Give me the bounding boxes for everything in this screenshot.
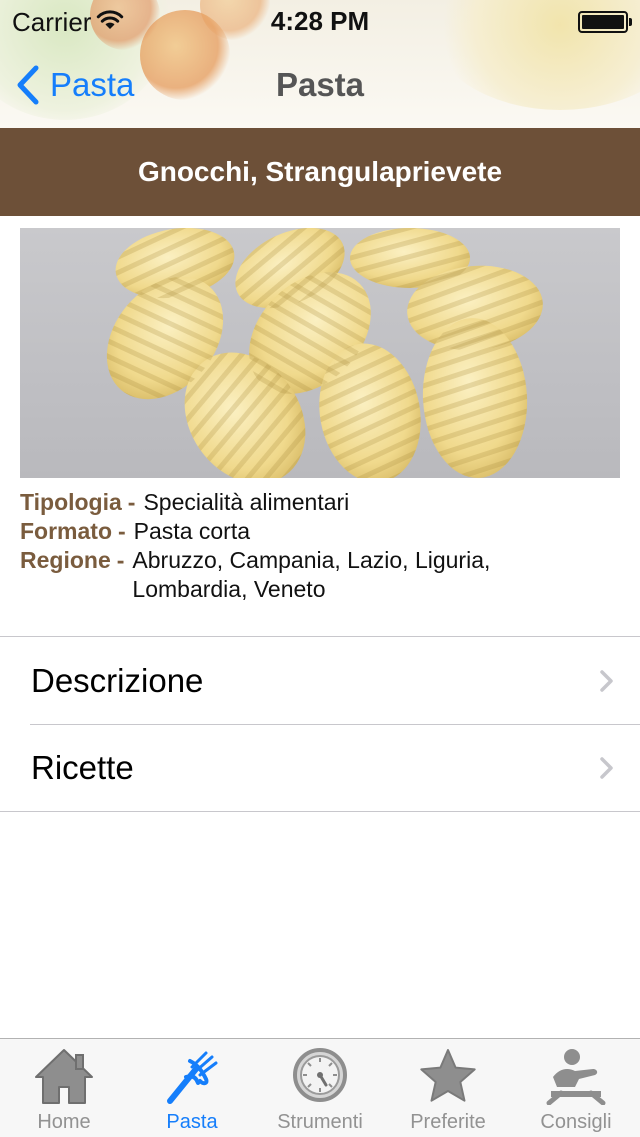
detail-row-formato: Formato - Pasta corta <box>20 517 620 546</box>
product-photo <box>20 228 620 478</box>
row-label: Descrizione <box>31 661 204 699</box>
tab-consigli[interactable]: Consigli <box>512 1039 640 1137</box>
tab-bar: Home Pasta Strumenti Preferite Consigli <box>0 1038 640 1137</box>
status-bar: Carrier 4:28 PM <box>0 0 640 40</box>
timer-dial-icon <box>293 1048 347 1102</box>
detail-separator: - <box>118 518 126 544</box>
detail-value: Specialità alimentari <box>143 489 350 515</box>
detail-row-tipologia: Tipologia - Specialità alimentari <box>20 488 620 517</box>
row-label: Ricette <box>31 748 134 786</box>
tab-label: Strumenti <box>277 1111 363 1133</box>
status-time: 4:28 PM <box>270 6 370 36</box>
descrizione-row[interactable]: Descrizione <box>0 637 640 724</box>
page-title: Pasta <box>275 66 365 103</box>
detail-row-regione: Regione - Abruzzo, Campania, Lazio, Ligu… <box>20 546 620 604</box>
detail-value: Abruzzo, Campania, Lazio, Liguria, Lomba… <box>132 547 491 602</box>
tab-strumenti[interactable]: Strumenti <box>256 1039 384 1137</box>
detail-menu-list: Descrizione Ricette <box>0 636 640 812</box>
tab-label: Preferite <box>410 1111 486 1133</box>
tab-preferite[interactable]: Preferite <box>384 1039 512 1137</box>
detail-separator: - <box>127 489 136 515</box>
detail-label: Regione <box>20 547 111 573</box>
tab-label: Pasta <box>166 1111 218 1133</box>
detail-separator: - <box>116 547 125 573</box>
product-details: Tipologia - Specialità alimentari Format… <box>20 488 620 604</box>
tab-home[interactable]: Home <box>0 1039 128 1137</box>
detail-value: Pasta corta <box>133 518 251 544</box>
pasta-fork-icon <box>167 1051 218 1104</box>
chevron-right-icon <box>600 670 613 692</box>
chef-icon <box>546 1049 606 1105</box>
product-title-banner: Gnocchi, Strangulaprievete <box>0 128 640 216</box>
battery-icon <box>578 11 632 33</box>
detail-label: Formato <box>20 518 112 544</box>
navigation-header: Carrier 4:28 PM Pasta Pasta <box>0 0 640 129</box>
chevron-right-icon <box>600 757 613 779</box>
tab-label: Home <box>37 1111 91 1133</box>
gnocchi-illustration <box>106 228 543 478</box>
star-icon <box>420 1049 476 1102</box>
ricette-row[interactable]: Ricette <box>0 724 640 811</box>
house-icon <box>35 1049 93 1104</box>
detail-label: Tipologia <box>20 489 122 515</box>
tab-label: Consigli <box>540 1111 612 1133</box>
tab-pasta[interactable]: Pasta <box>128 1039 256 1137</box>
